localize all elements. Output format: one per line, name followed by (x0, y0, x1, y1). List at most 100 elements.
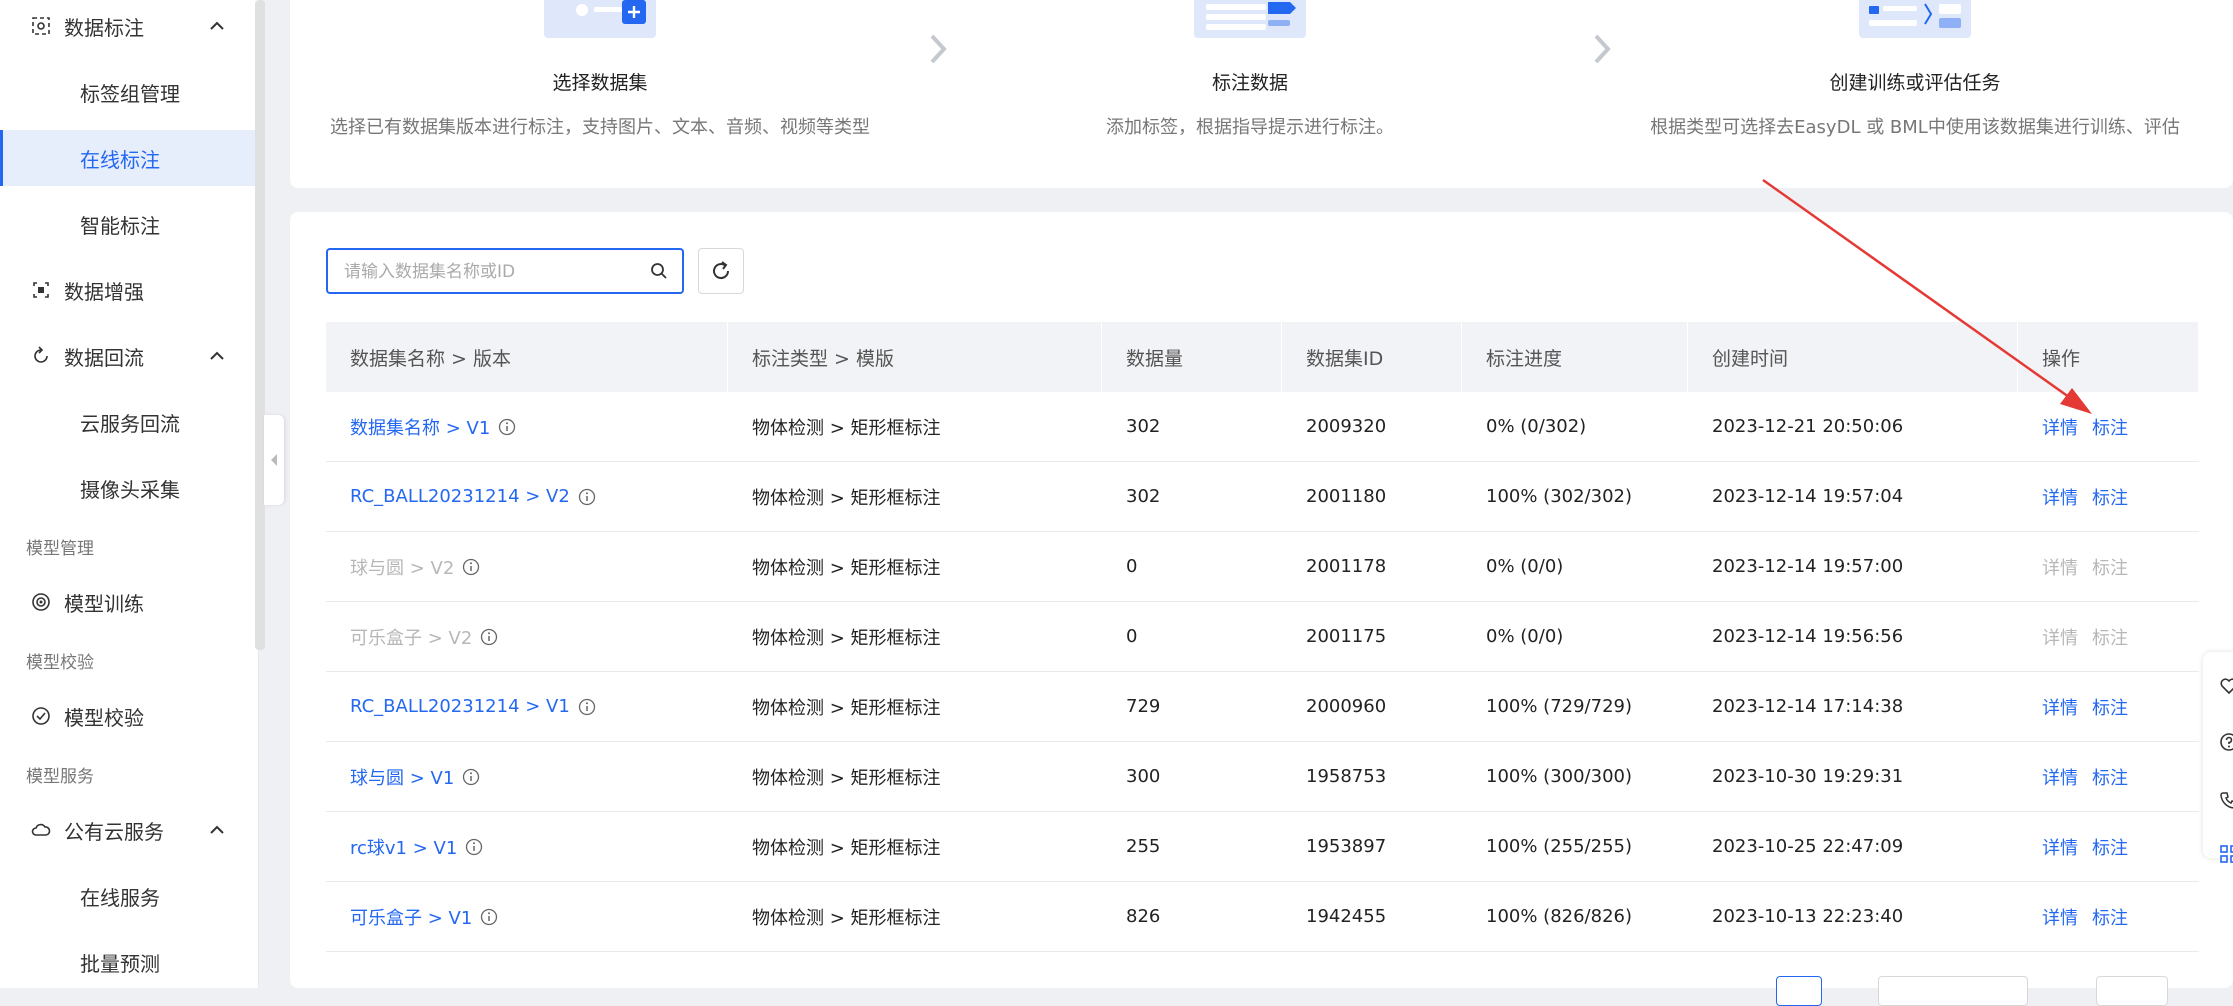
detail-link[interactable]: 详情 (2042, 414, 2078, 440)
cell-dataset: rc球v1 > V1 (326, 812, 728, 881)
info-icon[interactable] (462, 558, 480, 576)
cell-progress: 0% (0/302) (1486, 416, 1587, 437)
detail-link[interactable]: 详情 (2042, 484, 2078, 510)
info-icon[interactable] (498, 418, 516, 436)
cell-ops: 详情 标注 (2018, 392, 2199, 461)
cell-ops: 详情 标注 (2018, 672, 2199, 741)
info-icon[interactable] (480, 628, 498, 646)
column-header-type: 标注类型 > 模版 (728, 322, 1102, 392)
cell-progress: 100% (826/826) (1486, 906, 1633, 927)
heart-icon[interactable] (2219, 676, 2233, 696)
table-row: 球与圆 > V1 物体检测 > 矩形框标注 300 1958753 100% (300/… (326, 742, 2199, 812)
cell-count: 302 (1126, 486, 1161, 507)
pagination-page-size-select[interactable] (1878, 976, 2028, 1006)
info-icon[interactable] (462, 768, 480, 786)
detail-link[interactable]: 详情 (2042, 624, 2078, 650)
info-icon[interactable] (578, 698, 596, 716)
info-icon[interactable] (465, 838, 483, 856)
dataset-link[interactable]: RC_BALL20231214 > V1 (350, 696, 570, 717)
search-input[interactable] (342, 250, 636, 294)
sidebar-item-label: 数据增强 (64, 279, 144, 304)
cell-count: 826 (1126, 906, 1161, 927)
dataset-link[interactable]: 数据集名称 > V1 (350, 414, 490, 440)
cell-type: 物体检测 > 矩形框标注 (752, 627, 941, 649)
dataset-link[interactable]: 可乐盒子 > V2 (350, 624, 472, 650)
cell-id: 2009320 (1306, 416, 1387, 437)
pagination-current-page[interactable] (1776, 976, 1822, 1006)
sidebar-item-data-annotation[interactable]: 数据标注 (0, 0, 258, 54)
model-training-icon (30, 591, 52, 613)
apps-grid-icon[interactable] (2219, 844, 2233, 864)
sidebar-item-online-service[interactable]: 在线服务 (0, 868, 258, 924)
augmentation-icon (30, 279, 52, 301)
cell-progress: 0% (0/0) (1486, 556, 1564, 577)
detail-link[interactable]: 详情 (2042, 764, 2078, 790)
sidebar-item-label: 模型校验 (64, 705, 144, 730)
cell-dataset: 可乐盒子 > V1 (326, 882, 728, 951)
detail-link[interactable]: 详情 (2042, 904, 2078, 930)
sidebar-item-batch-predict[interactable]: 批量预测 (0, 934, 258, 990)
annotate-link[interactable]: 标注 (2092, 694, 2128, 720)
sidebar-item-data-augmentation[interactable]: 数据增强 (0, 262, 258, 318)
dataset-link[interactable]: 球与圆 > V2 (350, 554, 454, 580)
sidebar-item-model-validation[interactable]: 模型校验 (0, 688, 258, 744)
cell-ops: 详情 标注 (2018, 462, 2199, 531)
step-select-dataset: 选择数据集 选择已有数据集版本进行标注，支持图片、文本、音频、视频等类型 (320, 0, 880, 139)
sidebar-item-public-cloud-service[interactable]: 公有云服务 (0, 802, 258, 858)
refresh-button[interactable] (698, 248, 744, 294)
dataset-link[interactable]: RC_BALL20231214 > V2 (350, 486, 570, 507)
sidebar-item-label: 数据回流 (64, 345, 144, 370)
cell-count: 0 (1126, 556, 1138, 577)
floating-toolbar (2203, 652, 2233, 863)
annotate-link[interactable]: 标注 (2092, 904, 2128, 930)
sidebar-item-label: 智能标注 (80, 213, 160, 238)
sidebar-item-label-group-mgmt[interactable]: 标签组管理 (0, 64, 258, 120)
sidebar-item-online-annotation[interactable]: 在线标注 (0, 130, 258, 186)
search-box[interactable] (326, 248, 684, 294)
search-icon[interactable] (650, 262, 668, 280)
help-icon[interactable] (2219, 732, 2233, 752)
sidebar-item-label: 模型训练 (64, 591, 144, 616)
annotate-link[interactable]: 标注 (2092, 554, 2128, 580)
detail-link[interactable]: 详情 (2042, 834, 2078, 860)
annotate-link[interactable]: 标注 (2092, 624, 2128, 650)
detail-link[interactable]: 详情 (2042, 694, 2078, 720)
detail-link[interactable]: 详情 (2042, 554, 2078, 580)
cell-ops: 详情 标注 (2018, 532, 2199, 601)
sidebar-scrollbar[interactable] (255, 0, 265, 650)
sidebar-item-cloud-service-backflow[interactable]: 云服务回流 (0, 394, 258, 450)
cell-id: 1953897 (1306, 836, 1387, 857)
cell-dataset: 球与圆 > V1 (326, 742, 728, 811)
cell-count: 0 (1126, 626, 1138, 647)
sidebar-item-data-backflow[interactable]: 数据回流 (0, 328, 258, 384)
sidebar-item-model-training[interactable]: 模型训练 (0, 574, 258, 630)
sidebar-item-camera-capture[interactable]: 摄像头采集 (0, 460, 258, 516)
pagination-jump-input[interactable] (2096, 976, 2168, 1006)
cell-ops: 详情 标注 (2018, 812, 2199, 881)
cell-id: 2000960 (1306, 696, 1387, 717)
table-body: 数据集名称 > V1 物体检测 > 矩形框标注 302 2009320 0% (0/30… (326, 392, 2199, 952)
table-row: 可乐盒子 > V2 物体检测 > 矩形框标注 0 2001175 0% (0/0) 202… (326, 602, 2199, 672)
cell-created: 2023-10-25 22:47:09 (1712, 836, 1904, 857)
sidebar-item-smart-annotation[interactable]: 智能标注 (0, 196, 258, 252)
info-icon[interactable] (480, 908, 498, 926)
step-illustration (1190, 0, 1310, 46)
dataset-table: 数据集名称 > 版本 标注类型 > 模版 数据量 数据集ID 标注进度 创建时间… (326, 322, 2199, 952)
annotate-link[interactable]: 标注 (2092, 834, 2128, 860)
cell-id: 2001178 (1306, 556, 1387, 577)
cell-created: 2023-10-13 22:23:40 (1712, 906, 1904, 927)
cell-ops: 详情 标注 (2018, 742, 2199, 811)
info-icon[interactable] (578, 488, 596, 506)
sidebar-collapse-button[interactable] (264, 415, 284, 505)
dataset-link[interactable]: 可乐盒子 > V1 (350, 904, 472, 930)
step-title: 标注数据 (1211, 72, 1288, 94)
annotate-link[interactable]: 标注 (2092, 414, 2128, 440)
dataset-link[interactable]: rc球v1 > V1 (350, 834, 457, 860)
annotate-link[interactable]: 标注 (2092, 484, 2128, 510)
phone-icon[interactable] (2219, 790, 2233, 810)
chevron-right-icon (930, 34, 947, 64)
cell-count: 255 (1126, 836, 1161, 857)
annotate-link[interactable]: 标注 (2092, 764, 2128, 790)
table-row: 球与圆 > V2 物体检测 > 矩形框标注 0 2001178 0% (0/0) 2023… (326, 532, 2199, 602)
dataset-link[interactable]: 球与圆 > V1 (350, 764, 454, 790)
